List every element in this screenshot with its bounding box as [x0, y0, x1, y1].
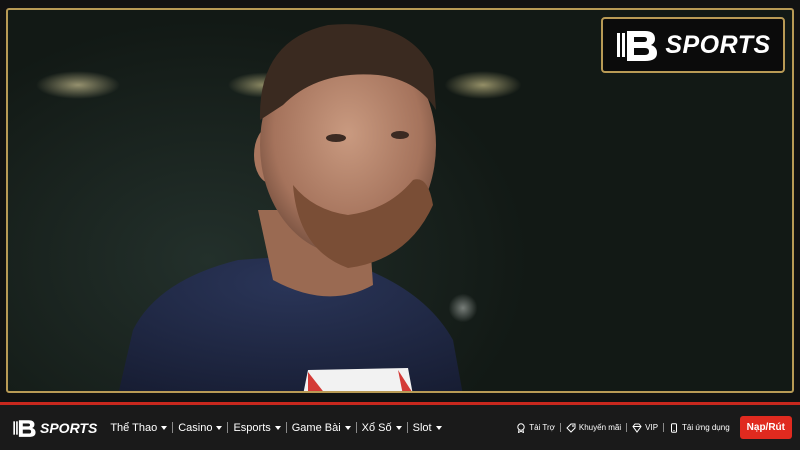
caret-down-icon	[274, 425, 281, 430]
sponsor-icon	[517, 422, 525, 433]
link-label: Khuyến mãi	[578, 423, 622, 432]
menu-item-label: Esports	[233, 421, 271, 434]
menu-item-label: Casino	[178, 421, 213, 434]
link-label: Tài Trợ	[529, 423, 555, 432]
caret-down-icon	[344, 425, 351, 430]
brand-logo-text: SPORTS	[665, 30, 771, 59]
caret-down-icon	[395, 425, 402, 430]
menu-item-esports[interactable]: Esports	[228, 422, 285, 434]
menu-item-label: Xổ Số	[361, 421, 392, 434]
menu-item-label: Slot	[412, 421, 432, 434]
link-khuyen-mai[interactable]: Khuyến mãi	[561, 423, 626, 433]
link-tai-ung-dung[interactable]: Tải ứng dụng	[664, 422, 735, 433]
deposit-withdraw-button[interactable]: Nạp/Rút	[739, 416, 792, 439]
utility-links: Tài Trợ Khuyến mãi VIP Tải ứng dụng Nạp/…	[511, 416, 792, 439]
menu-item-xo-so[interactable]: Xổ Số	[357, 422, 407, 434]
link-label: VIP	[645, 423, 659, 432]
nav-logo[interactable]: SPORTS	[12, 418, 97, 438]
brand-b-icon	[13, 419, 36, 437]
link-label: Tải ứng dụng	[682, 423, 730, 432]
hero-banner: SPORTS	[6, 8, 794, 393]
menu-item-the-thao[interactable]: Thể Thao	[105, 422, 172, 434]
brand-logo-badge: SPORTS	[601, 17, 785, 73]
nav-logo-text: SPORTS	[40, 419, 98, 436]
main-navbar: SPORTS Thể Thao Casino Esports Game Bài …	[0, 402, 800, 450]
link-vip[interactable]: VIP	[627, 423, 663, 433]
menu-item-slot[interactable]: Slot	[408, 422, 447, 434]
brand-b-icon	[617, 31, 658, 61]
caret-down-icon	[161, 425, 168, 430]
menu-item-label: Game Bài	[291, 421, 341, 434]
link-tai-tro[interactable]: Tài Trợ	[511, 422, 560, 433]
diamond-icon	[632, 423, 642, 433]
menu-item-game-bai[interactable]: Game Bài	[287, 422, 356, 434]
main-menu: Thể Thao Casino Esports Game Bài Xổ Số S…	[105, 422, 446, 434]
caret-down-icon	[216, 425, 223, 430]
caret-down-icon	[435, 425, 442, 430]
tag-icon	[566, 423, 576, 433]
phone-icon	[671, 422, 678, 433]
menu-item-casino[interactable]: Casino	[173, 422, 227, 434]
menu-item-label: Thể Thao	[110, 421, 158, 434]
